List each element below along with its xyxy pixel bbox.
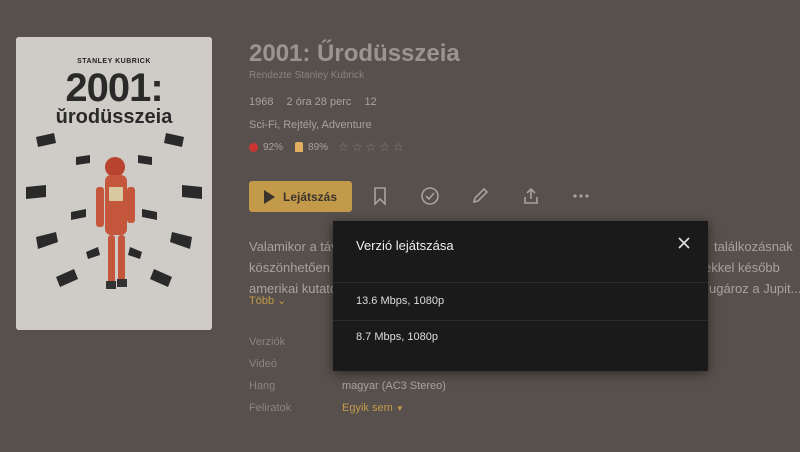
more-label: Több <box>249 295 275 307</box>
play-button[interactable]: Lejátszás <box>249 181 352 212</box>
duration: 2 óra 28 perc <box>286 96 352 108</box>
play-icon <box>263 189 275 204</box>
poster-subtitle: ŭrodüsszeia <box>55 106 173 128</box>
versions-label: Verziók <box>249 336 286 348</box>
subtitles-label: Feliratok <box>249 402 292 414</box>
share-icon[interactable] <box>521 186 541 206</box>
audio-label: Hang <box>249 380 276 392</box>
tomato-icon <box>249 142 258 152</box>
version-option[interactable]: 8.7 Mbps, 1080p <box>333 320 708 356</box>
check-circle-icon[interactable] <box>420 186 440 206</box>
play-button-label: Lejátszás <box>282 189 338 204</box>
video-label: Videó <box>249 358 277 370</box>
play-version-modal: Verzió lejátszása 13.6 Mbps, 1080p 8.7 M… <box>333 221 708 371</box>
user-rating-stars[interactable]: ☆☆☆☆☆ <box>338 140 407 154</box>
edit-pencil-icon[interactable] <box>470 186 490 206</box>
poster-title: 2001: <box>65 66 163 110</box>
genres: Sci-Fi, Rejtély, Adventure <box>249 119 372 131</box>
version-option[interactable]: 13.6 Mbps, 1080p <box>333 284 708 320</box>
audio-value: magyar (AC3 Stereo) <box>342 380 446 392</box>
subtitles-value: Egyik sem <box>342 402 393 414</box>
age-rating: 12 <box>364 96 377 108</box>
close-icon[interactable] <box>676 235 692 251</box>
movie-title: 2001: Űrodüsszeia <box>249 40 460 67</box>
caret-down-icon: ▼ <box>395 404 404 413</box>
description-line: találkozásnak <box>714 239 793 254</box>
version-option-label: 13.6 Mbps, 1080p <box>356 295 445 307</box>
divider <box>333 282 708 283</box>
critic-score: 92% <box>263 141 284 153</box>
popcorn-icon <box>295 142 304 152</box>
description-line: ekkel később <box>704 260 780 275</box>
subtitles-dropdown[interactable]: Egyik sem ▼ <box>342 402 404 414</box>
more-dots-icon[interactable] <box>571 186 591 206</box>
description-line: ugároz a Jupit... <box>709 281 800 296</box>
bookmark-icon[interactable] <box>370 186 390 206</box>
movie-meta: 1968 2 óra 28 perc 12 <box>249 96 387 108</box>
description-line: Valamikor a táv <box>249 239 338 254</box>
director-line: Rendezte Stanley Kubrick <box>249 70 365 81</box>
movie-poster[interactable]: STANLEY KUBRICK 2001: ŭrodüsszeia <box>16 37 212 330</box>
more-link[interactable]: Több ⌄ <box>249 294 286 307</box>
description-line: köszönhetően a <box>249 260 341 275</box>
version-option-label: 8.7 Mbps, 1080p <box>356 331 438 343</box>
poster-director: STANLEY KUBRICK <box>77 58 151 65</box>
modal-title: Verzió lejátszása <box>356 238 454 253</box>
ratings-row: 92% 89% ☆☆☆☆☆ <box>249 140 407 154</box>
audience-score: 89% <box>308 141 329 153</box>
chevron-down-icon: ⌄ <box>277 295 287 307</box>
release-year: 1968 <box>249 96 274 108</box>
